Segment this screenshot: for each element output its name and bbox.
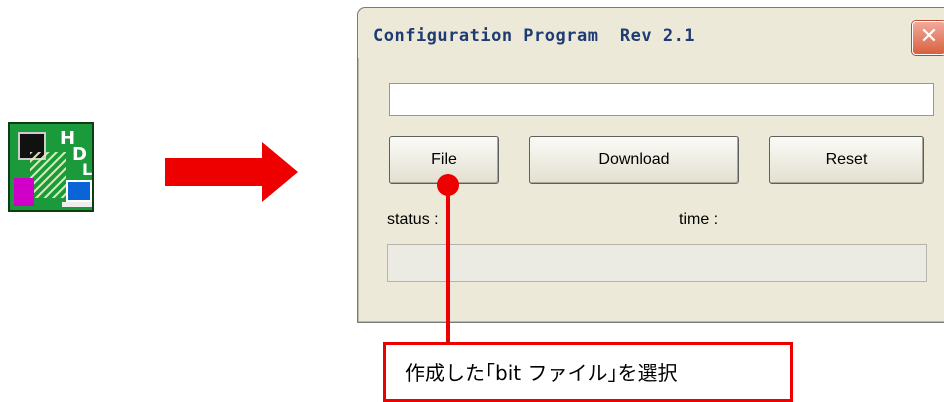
reset-button[interactable]: Reset [769,136,924,184]
arrow-right-icon [262,142,298,202]
computer-icon [66,180,92,202]
pink-block [14,178,34,206]
status-label: status : [387,211,439,228]
title-bar[interactable]: Configuration Program Rev 2.1 ✕ [358,8,944,58]
close-button[interactable]: ✕ [912,21,944,55]
progress-bar [387,244,927,282]
hdl-app-icon[interactable]: H D L [8,122,94,212]
callout-box: 作成した｢bit ファイル｣を選択 [383,342,793,402]
icon-letter-l: L [82,160,93,179]
callout-dot [437,174,459,196]
download-button[interactable]: Download [529,136,739,184]
arrow-right-shaft [165,158,263,186]
callout-text: 作成した｢bit ファイル｣を選択 [405,361,678,385]
computer-base [62,202,92,207]
circuit-lines [30,152,66,198]
window-title: Configuration Program Rev 2.1 [373,26,696,46]
callout-line [446,186,450,356]
file-path-input[interactable] [389,83,934,116]
time-label: time : [679,211,719,228]
